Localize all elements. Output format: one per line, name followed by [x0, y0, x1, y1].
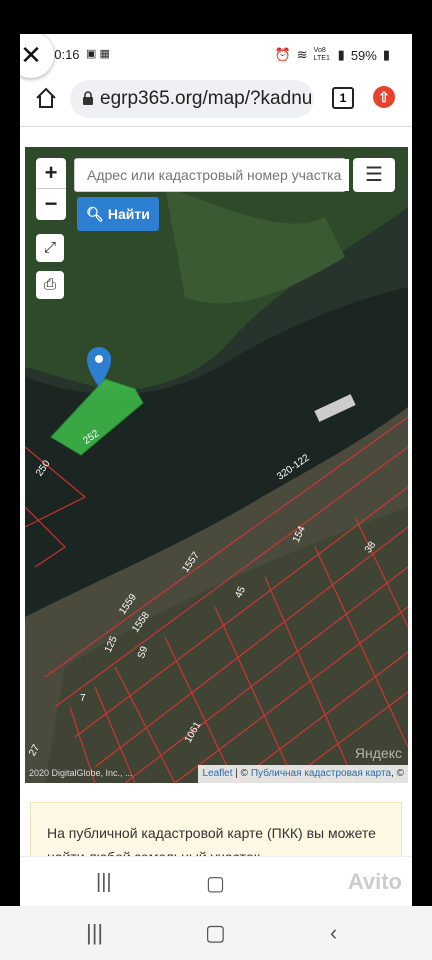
alarm-icon: ⏰ — [274, 47, 291, 62]
parcel-label: 7 — [80, 693, 86, 704]
attribution-separator: | © — [232, 768, 251, 779]
avito-logo: Avito — [347, 869, 402, 894]
status-right: ⏰ ≋ Vo8 LTE1 ▮ 59% ▮ — [275, 47, 390, 63]
search-box — [74, 158, 349, 192]
system-home-icon[interactable]: ▢ — [205, 920, 226, 946]
tabs-icon[interactable]: 1 — [332, 87, 354, 109]
find-button-label: Найти — [107, 206, 150, 222]
notification-icons: ▣ ▦ — [86, 48, 110, 60]
zoom-in-button[interactable]: + — [36, 158, 66, 188]
search-input[interactable] — [85, 159, 349, 191]
home-icon[interactable] — [34, 86, 58, 110]
find-button[interactable]: 🔍︎ Найти — [77, 197, 159, 231]
attribution-end: , © — [391, 768, 404, 779]
status-bar: 10:16 ▣ ▦ ⏰ ≋ Vo8 LTE1 ▮ 59% ▮ — [20, 34, 412, 74]
network-label: Vo8 LTE1 — [313, 47, 330, 62]
print-icon[interactable]: ⎙ — [36, 271, 64, 299]
wifi-icon: ≋ — [296, 47, 308, 62]
zoom-out-button[interactable]: − — [36, 189, 66, 219]
home-button-icon[interactable]: ▢ — [206, 871, 225, 896]
url-text: egrp365.org/map/?kadnu — [100, 88, 313, 109]
menu-icon[interactable]: ☰ — [353, 158, 395, 192]
battery-icon: ▮ — [382, 47, 390, 62]
pkk-link[interactable]: Публичная кадастровая карта — [251, 768, 391, 779]
zoom-control: + − — [36, 158, 66, 220]
browser-toolbar: egrp365.org/map/?kadnu 1 ⇧ — [20, 74, 412, 127]
map-attribution: Leaflet | © Публичная кадастровая карта,… — [198, 765, 408, 783]
system-back-icon[interactable]: ‹ — [330, 920, 337, 946]
fullscreen-icon[interactable]: ⤢ — [36, 234, 64, 262]
yandex-watermark: Яндекс — [354, 745, 402, 761]
leaflet-link[interactable]: Leaflet — [202, 768, 232, 779]
battery-text: 59% — [350, 47, 377, 63]
recent-apps-icon[interactable]: ||| — [96, 871, 112, 894]
phone-screen: 10:16 ▣ ▦ ⏰ ≋ Vo8 LTE1 ▮ 59% ▮ egrp365.o… — [20, 34, 412, 906]
signal-icon: ▮ — [337, 47, 345, 62]
lock-icon — [83, 91, 93, 105]
satellite-imagery — [25, 147, 408, 783]
search-icon: 🔍︎ — [86, 206, 104, 222]
upload-icon[interactable]: ⇧ — [373, 86, 395, 108]
system-nav-bar: ||| ▢ ‹ — [0, 906, 432, 960]
bottom-nav: ||| ▢ Avito — [20, 856, 412, 906]
system-recents-icon[interactable]: ||| — [86, 920, 103, 946]
cadastral-map[interactable]: 252 250 320-122 1557 1559 1558 125 45 38… — [25, 147, 408, 783]
url-bar[interactable]: egrp365.org/map/?kadnu — [70, 80, 314, 118]
imagery-copyright: 2020 DigitalGlobe, Inc., ... — [29, 768, 133, 778]
